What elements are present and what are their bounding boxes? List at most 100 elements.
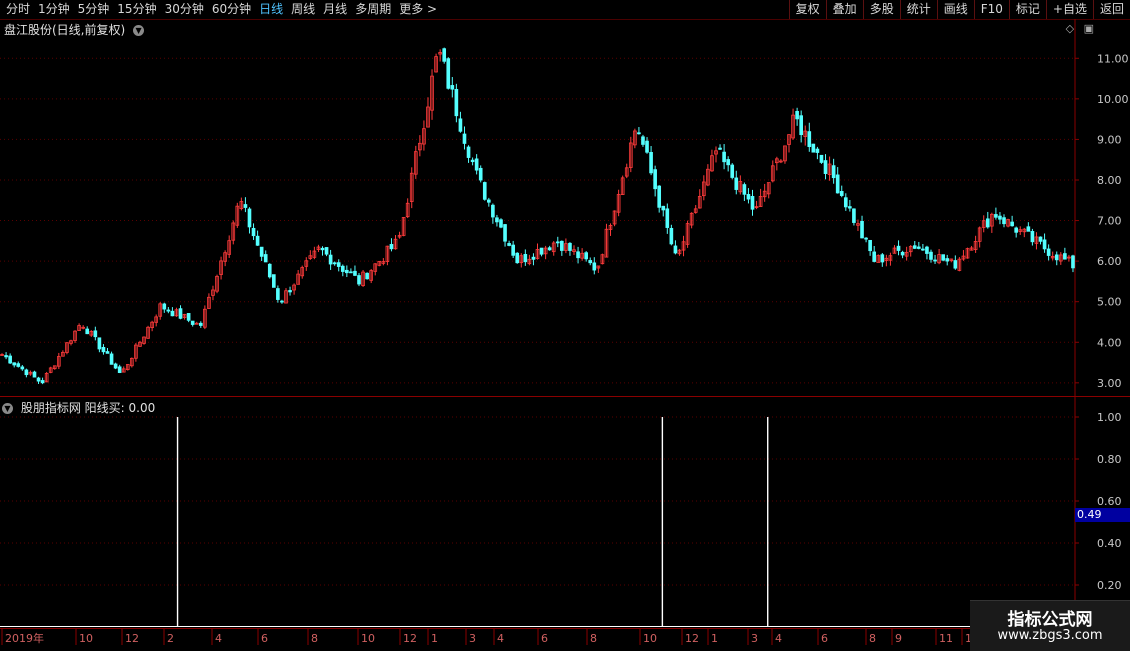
indicator-series-label: 阳线买: 0.00 — [84, 401, 156, 415]
candle-body — [478, 167, 483, 181]
date-axis-label: 2 — [167, 632, 174, 645]
price-axis-label: 4.00 — [1097, 336, 1122, 349]
candle-body — [458, 118, 463, 132]
date-axis-label: 3 — [751, 632, 758, 645]
candle-body — [896, 245, 901, 251]
watermark: 指标公式网 www.zbgs3.com — [970, 600, 1130, 651]
indicator-axis-label: 0.60 — [1097, 495, 1122, 508]
candle-body — [539, 247, 544, 255]
candle-body — [673, 245, 678, 254]
candle-body — [555, 241, 560, 244]
candle-body — [36, 377, 41, 382]
indicator-axis-label: 1.00 — [1097, 411, 1122, 424]
watermark-line1: 指标公式网 — [1007, 610, 1093, 630]
candle-body — [105, 351, 110, 354]
date-axis-label: 10 — [643, 632, 657, 645]
candle-body — [340, 265, 345, 272]
candle-body — [482, 182, 487, 200]
candle-body — [198, 322, 203, 326]
candle-body — [742, 184, 747, 195]
candle-body — [653, 169, 657, 190]
date-axis-label: 4 — [215, 632, 222, 645]
candle-body — [20, 366, 25, 370]
candle-body — [925, 246, 929, 254]
candle-body — [365, 272, 369, 280]
candle-body — [40, 380, 45, 384]
candle-body — [255, 235, 260, 246]
candle-body — [515, 252, 520, 264]
candle-body — [953, 260, 958, 269]
candle-body — [166, 309, 171, 312]
date-axis-label: 12 — [125, 632, 139, 645]
candle-body — [945, 258, 950, 262]
candle-body — [272, 274, 276, 288]
chevron-down-icon[interactable]: ▼ — [2, 403, 13, 414]
price-axis-label: 10.00 — [1097, 93, 1129, 106]
candle-body — [588, 260, 593, 264]
candle-body — [912, 245, 917, 249]
candle-body — [1046, 248, 1051, 256]
candle-body — [1038, 236, 1043, 242]
price-axis-label: 11.00 — [1097, 52, 1129, 65]
candle-body — [1071, 255, 1075, 269]
candle-body — [243, 204, 248, 208]
candle-body — [831, 165, 836, 179]
indicator-title: ▼ 股朋指标网 阳线买: 0.00 — [2, 399, 155, 416]
date-axis-label: 10 — [79, 632, 93, 645]
date-axis-label: 8 — [590, 632, 597, 645]
candle-body — [357, 275, 361, 285]
candle-body — [531, 256, 536, 260]
candle-body — [823, 160, 828, 174]
candle-body — [941, 254, 945, 261]
candle-body — [568, 242, 572, 251]
candle-body — [466, 146, 471, 158]
date-axis-label: 11 — [939, 632, 953, 645]
price-axis-label: 5.00 — [1097, 296, 1122, 309]
date-axis-label: 4 — [775, 632, 782, 645]
candle-body — [247, 208, 252, 228]
candle-body — [835, 174, 840, 194]
candle-body — [276, 288, 280, 300]
price-axis-label: 9.00 — [1097, 133, 1122, 146]
candle-body — [495, 217, 499, 223]
candle-body — [109, 353, 114, 365]
candle-body — [665, 208, 670, 228]
candle-body — [32, 371, 37, 378]
candle-body — [16, 363, 21, 367]
candle-body — [994, 214, 998, 218]
candle-body — [97, 337, 102, 350]
date-axis-label: 6 — [821, 632, 828, 645]
candle-body — [726, 159, 730, 166]
candle-body — [921, 248, 925, 251]
candle-body — [507, 243, 511, 246]
candle-body — [389, 244, 394, 250]
candle-body — [499, 219, 503, 228]
candle-body — [8, 355, 12, 364]
candle-body — [872, 251, 877, 262]
candle-body — [267, 263, 272, 278]
candle-body — [795, 110, 799, 120]
date-axis-label: 10 — [361, 632, 375, 645]
candle-body — [4, 355, 8, 358]
candle-body — [446, 58, 451, 89]
chart-canvas: 11.00 10.00 9.00 8.00 7.00 6.00 5.00 4.00 3.00 1.… — [0, 19, 1130, 650]
candle-body — [1042, 239, 1047, 250]
candle-body — [263, 254, 268, 263]
date-axis-label: 6 — [541, 632, 548, 645]
candle-body — [450, 85, 455, 90]
candle-body — [349, 271, 353, 274]
candle-body — [511, 244, 515, 256]
candle-body — [917, 246, 921, 249]
candle-body — [1002, 217, 1006, 225]
candle-body — [929, 251, 933, 260]
candle-body — [320, 247, 325, 251]
candle-body — [985, 218, 990, 228]
candle-body — [637, 132, 641, 135]
candle-body — [730, 164, 735, 178]
candle-body — [259, 246, 264, 257]
candle-body — [880, 254, 885, 263]
candle-body — [998, 215, 1002, 220]
candle-body — [113, 363, 118, 369]
candle-body — [1063, 253, 1067, 260]
candle-body — [734, 177, 739, 190]
